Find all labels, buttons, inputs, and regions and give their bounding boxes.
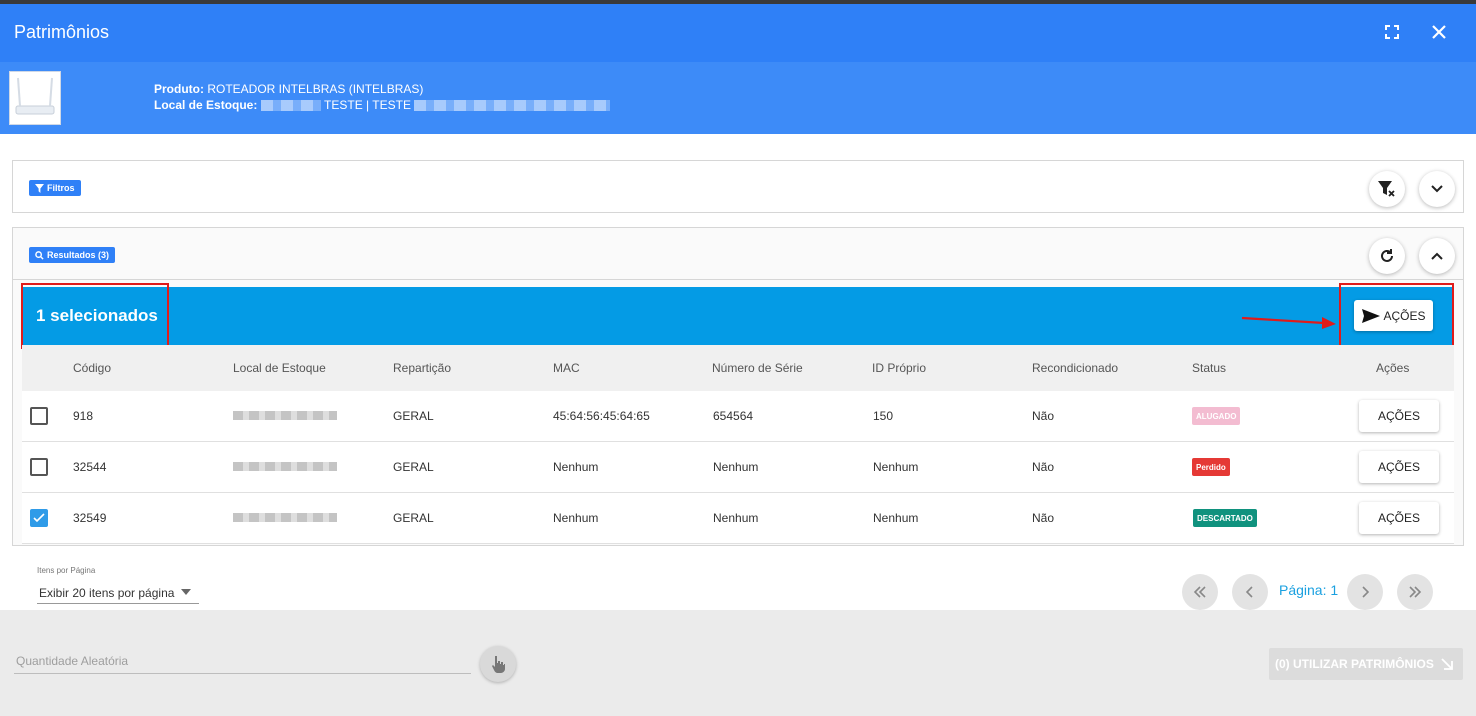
local-line: Local de Estoque: TESTE | TESTE <box>154 98 611 112</box>
row-checkbox[interactable] <box>30 407 48 425</box>
row-actions-button[interactable]: AÇÕES <box>1359 451 1439 483</box>
items-per-page-value: Exibir 20 itens por página <box>39 586 175 600</box>
fullscreen-icon[interactable] <box>1380 20 1404 44</box>
cell-reparticao: GERAL <box>393 409 434 423</box>
cell-id-proprio: Nenhum <box>873 511 919 525</box>
annotation-arrow-icon <box>1241 316 1336 329</box>
redacted-text <box>260 100 321 112</box>
dialog-footer: Quantidade Aleatória (0) UTILIZAR PATRIM… <box>0 610 1476 716</box>
row-actions-button[interactable]: AÇÕES <box>1359 400 1439 432</box>
check-icon <box>33 513 45 523</box>
cell-id-proprio: 150 <box>873 409 894 423</box>
next-page-button[interactable] <box>1347 574 1383 610</box>
col-mac[interactable]: MAC <box>553 361 580 375</box>
table-header: Código Local de Estoque Repartição MAC N… <box>22 345 1454 391</box>
dialog-header: Patrimônios <box>0 4 1476 62</box>
cell-codigo: 918 <box>73 409 94 423</box>
filters-panel: Filtros <box>12 160 1464 213</box>
col-numero-serie[interactable]: Número de Série <box>712 361 803 375</box>
pointer-hand-icon <box>492 656 505 673</box>
col-codigo[interactable]: Código <box>73 361 111 375</box>
cell-recondicionado: Não <box>1032 511 1055 525</box>
clear-filters-button[interactable] <box>1369 171 1405 207</box>
redacted-text <box>414 100 611 112</box>
dialog-title: Patrimônios <box>14 22 110 42</box>
chevron-up-icon <box>1431 252 1443 260</box>
results-chip-label: Resultados (3) <box>47 250 110 260</box>
local-value: TESTE | TESTE <box>324 98 411 112</box>
chevron-right-icon <box>1362 586 1369 598</box>
highlight-selected-box <box>21 283 169 349</box>
redacted-text <box>233 513 337 522</box>
table-row: 32544 GERAL Nenhum Nenhum Nenhum Não Per… <box>22 442 1454 493</box>
col-recondicionado[interactable]: Recondicionado <box>1032 361 1118 375</box>
items-per-page-label: Itens por Página <box>37 566 96 575</box>
redacted-text <box>233 411 337 420</box>
status-badge: Perdido <box>1192 458 1230 476</box>
cell-mac: 45:64:56:45:64:65 <box>553 409 650 423</box>
row-checkbox-checked[interactable] <box>30 509 48 527</box>
collapse-results-button[interactable] <box>1419 238 1455 274</box>
dropdown-arrow-icon <box>181 589 191 595</box>
random-qty-field[interactable]: Quantidade Aleatória <box>14 648 471 674</box>
items-per-page-select[interactable]: Exibir 20 itens por página <box>37 580 199 604</box>
random-qty-placeholder: Quantidade Aleatória <box>16 654 129 668</box>
double-chevron-left-icon <box>1193 586 1206 598</box>
cell-serie: 654564 <box>713 409 754 423</box>
col-acoes: Ações <box>1376 361 1410 375</box>
random-pick-button[interactable] <box>480 646 516 682</box>
table-row: 918 GERAL 45:64:56:45:64:65 654564 150 N… <box>22 391 1454 442</box>
results-chip: Resultados (3) <box>29 247 116 263</box>
chevron-left-icon <box>1246 586 1253 598</box>
cell-codigo: 32549 <box>73 511 107 525</box>
product-info: Produto: ROTEADOR INTELBRAS (INTELBRAS) … <box>0 62 1476 134</box>
search-icon <box>35 250 44 260</box>
refresh-icon <box>1381 249 1393 262</box>
arrow-down-right-icon <box>1441 658 1453 670</box>
refresh-button[interactable] <box>1369 238 1405 274</box>
col-id-proprio[interactable]: ID Próprio <box>872 361 926 375</box>
row-checkbox[interactable] <box>30 458 48 476</box>
cell-recondicionado: Não <box>1032 409 1055 423</box>
status-badge: ALUGADO <box>1192 407 1241 425</box>
use-patrimonios-label: (0) UTILIZAR PATRIMÔNIOS <box>1275 657 1434 671</box>
filter-icon <box>35 183 44 193</box>
cell-mac: Nenhum <box>553 460 599 474</box>
divider <box>13 279 1463 280</box>
cell-recondicionado: Não <box>1032 460 1055 474</box>
produto-label: Produto: <box>154 82 204 96</box>
product-image <box>9 71 61 125</box>
filter-clear-icon <box>1378 181 1395 197</box>
expand-filters-button[interactable] <box>1419 171 1455 207</box>
product-line: Produto: ROTEADOR INTELBRAS (INTELBRAS) <box>154 82 423 96</box>
page-indicator: Página: 1 <box>1279 582 1339 598</box>
cell-id-proprio: Nenhum <box>873 460 919 474</box>
local-label: Local de Estoque: <box>154 98 258 112</box>
redacted-text <box>233 462 337 471</box>
use-patrimonios-button[interactable]: (0) UTILIZAR PATRIMÔNIOS <box>1269 648 1463 680</box>
col-reparticao[interactable]: Repartição <box>393 361 451 375</box>
first-page-button[interactable] <box>1182 574 1218 610</box>
produto-value: ROTEADOR INTELBRAS (INTELBRAS) <box>207 82 424 96</box>
filters-chip-label: Filtros <box>47 183 75 193</box>
row-actions-button[interactable]: AÇÕES <box>1359 502 1439 534</box>
cell-reparticao: GERAL <box>393 511 434 525</box>
prev-page-button[interactable] <box>1232 574 1268 610</box>
close-icon[interactable] <box>1427 20 1451 44</box>
cell-mac: Nenhum <box>553 511 599 525</box>
double-chevron-right-icon <box>1409 586 1422 598</box>
filters-chip[interactable]: Filtros <box>29 180 81 196</box>
last-page-button[interactable] <box>1397 574 1433 610</box>
chevron-down-icon <box>1431 185 1443 193</box>
cell-serie: Nenhum <box>713 460 759 474</box>
col-local-estoque[interactable]: Local de Estoque <box>233 361 326 375</box>
col-status[interactable]: Status <box>1192 361 1226 375</box>
cell-codigo: 32544 <box>73 460 107 474</box>
status-badge: DESCARTADO <box>1193 509 1257 527</box>
cell-serie: Nenhum <box>713 511 759 525</box>
cell-reparticao: GERAL <box>393 460 434 474</box>
highlight-actions-box <box>1339 283 1454 349</box>
table-row: 32549 GERAL Nenhum Nenhum Nenhum Não DES… <box>22 493 1454 544</box>
